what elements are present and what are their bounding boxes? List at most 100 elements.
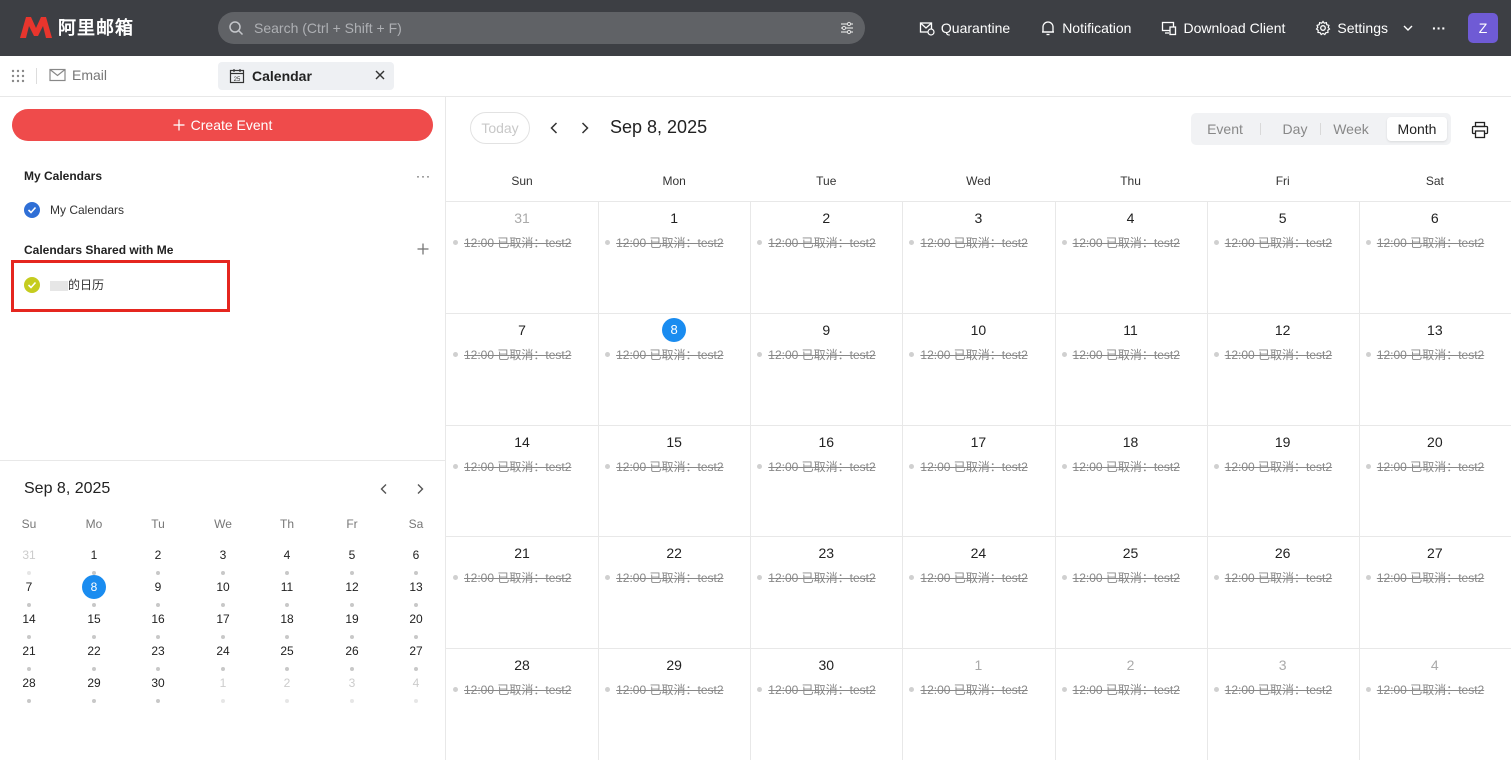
mini-day-cell[interactable]: 19 — [332, 607, 372, 631]
calendar-event[interactable]: 12:00 已取消：test2 — [909, 234, 1028, 251]
mini-day-cell[interactable]: 30 — [138, 671, 178, 695]
day-cell-number[interactable]: 30 — [750, 657, 902, 673]
calendar-event[interactable]: 12:00 已取消：test2 — [1213, 346, 1332, 363]
mini-day-cell[interactable]: 21 — [9, 639, 49, 663]
view-month-tab[interactable]: Month — [1387, 117, 1447, 141]
download-client-button[interactable]: Download Client — [1161, 20, 1285, 36]
calendar-event[interactable]: 12:00 已取消：test2 — [757, 234, 876, 251]
mini-day-cell[interactable]: 11 — [267, 575, 307, 599]
calendar-event[interactable]: 12:00 已取消：test2 — [909, 458, 1028, 475]
day-cell-number[interactable]: 4 — [1359, 657, 1511, 673]
calendar-event[interactable]: 12:00 已取消：test2 — [1365, 569, 1484, 586]
mini-day-cell[interactable]: 7 — [9, 575, 49, 599]
view-week-tab[interactable]: Week — [1321, 117, 1381, 141]
mini-day-cell[interactable]: 13 — [396, 575, 436, 599]
calendar-event[interactable]: 12:00 已取消：test2 — [1365, 681, 1484, 698]
day-cell-number[interactable]: 8 — [598, 318, 750, 342]
calendar-event[interactable]: 12:00 已取消：test2 — [605, 234, 724, 251]
day-cell-number[interactable]: 1 — [902, 657, 1054, 673]
calendar-event[interactable]: 12:00 已取消：test2 — [453, 346, 571, 363]
calendar-event[interactable]: 12:00 已取消：test2 — [1213, 569, 1332, 586]
day-cell-number[interactable]: 20 — [1359, 434, 1511, 450]
quarantine-button[interactable]: Quarantine — [919, 20, 1010, 36]
mini-day-cell[interactable]: 5 — [332, 543, 372, 567]
mini-day-cell[interactable]: 3 — [332, 671, 372, 695]
chevron-left-icon[interactable] — [547, 121, 561, 135]
calendar-event[interactable]: 12:00 已取消：test2 — [453, 234, 571, 251]
mini-day-cell[interactable]: 27 — [396, 639, 436, 663]
calendar-event[interactable]: 12:00 已取消：test2 — [1061, 234, 1180, 251]
day-cell-number[interactable]: 23 — [750, 545, 902, 561]
calendar-event[interactable]: 12:00 已取消：test2 — [605, 346, 724, 363]
mini-day-cell[interactable]: 28 — [9, 671, 49, 695]
view-event-tab[interactable]: Event — [1195, 117, 1255, 141]
mini-day-cell[interactable]: 4 — [396, 671, 436, 695]
calendar-event[interactable]: 12:00 已取消：test2 — [1213, 681, 1332, 698]
day-cell-number[interactable]: 26 — [1207, 545, 1359, 561]
day-cell-number[interactable]: 31 — [446, 210, 598, 226]
avatar[interactable]: Z — [1468, 13, 1498, 43]
day-cell-number[interactable]: 2 — [1055, 657, 1207, 673]
day-cell-number[interactable]: 22 — [598, 545, 750, 561]
mini-day-cell[interactable]: 18 — [267, 607, 307, 631]
day-cell-number[interactable]: 24 — [902, 545, 1054, 561]
today-button[interactable]: Today — [470, 112, 530, 144]
more-menu-button[interactable]: ··· — [1432, 20, 1446, 36]
calendar-event[interactable]: 12:00 已取消：test2 — [757, 681, 876, 698]
mini-day-cell[interactable]: 9 — [138, 575, 178, 599]
chevron-down-icon[interactable] — [1402, 22, 1414, 34]
mini-day-cell[interactable]: 24 — [203, 639, 243, 663]
day-cell-number[interactable]: 19 — [1207, 434, 1359, 450]
create-event-button[interactable]: Create Event — [12, 109, 433, 141]
day-cell-number[interactable]: 3 — [902, 210, 1054, 226]
day-cell-number[interactable]: 6 — [1359, 210, 1511, 226]
my-calendars-more-button[interactable]: ··· — [416, 169, 431, 183]
calendar-event[interactable]: 12:00 已取消：test2 — [909, 681, 1028, 698]
day-cell-number[interactable]: 11 — [1055, 322, 1207, 338]
day-cell-number[interactable]: 9 — [750, 322, 902, 338]
calendar-event[interactable]: 12:00 已取消：test2 — [1061, 346, 1180, 363]
mini-day-cell[interactable]: 2 — [267, 671, 307, 695]
add-shared-calendar-icon[interactable] — [416, 242, 430, 256]
calendar-event[interactable]: 12:00 已取消：test2 — [1061, 569, 1180, 586]
mini-day-cell[interactable]: 20 — [396, 607, 436, 631]
mini-prev-month-icon[interactable] — [378, 483, 390, 495]
mini-day-cell[interactable]: 3 — [203, 543, 243, 567]
checkbox-checked-icon[interactable] — [24, 276, 40, 293]
calendar-event[interactable]: 12:00 已取消：test2 — [757, 569, 876, 586]
calendar-event[interactable]: 12:00 已取消：test2 — [453, 681, 571, 698]
day-cell-number[interactable]: 17 — [902, 434, 1054, 450]
calendar-event[interactable]: 12:00 已取消：test2 — [1213, 458, 1332, 475]
day-cell-number[interactable]: 14 — [446, 434, 598, 450]
calendar-event[interactable]: 12:00 已取消：test2 — [453, 569, 571, 586]
calendar-event[interactable]: 12:00 已取消：test2 — [909, 346, 1028, 363]
mini-day-cell[interactable]: 23 — [138, 639, 178, 663]
search-bar[interactable]: Search (Ctrl + Shift + F) — [218, 12, 865, 44]
mini-day-cell[interactable]: 1 — [74, 543, 114, 567]
day-cell-number[interactable]: 21 — [446, 545, 598, 561]
calendar-event[interactable]: 12:00 已取消：test2 — [453, 458, 571, 475]
calendar-item-my-calendars[interactable]: My Calendars — [24, 202, 124, 218]
view-day-tab[interactable]: Day — [1265, 117, 1325, 141]
calendar-item-shared[interactable]: 的日历 — [24, 276, 104, 293]
day-cell-number[interactable]: 2 — [750, 210, 902, 226]
tab-email[interactable]: Email — [49, 67, 107, 83]
close-icon[interactable] — [374, 69, 386, 81]
mini-day-cell[interactable]: 22 — [74, 639, 114, 663]
mini-next-month-icon[interactable] — [414, 483, 426, 495]
mini-day-cell[interactable]: 29 — [74, 671, 114, 695]
mini-day-cell[interactable]: 4 — [267, 543, 307, 567]
printer-icon[interactable] — [1471, 121, 1489, 139]
day-cell-number[interactable]: 27 — [1359, 545, 1511, 561]
day-cell-number[interactable]: 16 — [750, 434, 902, 450]
day-cell-number[interactable]: 18 — [1055, 434, 1207, 450]
calendar-event[interactable]: 12:00 已取消：test2 — [1213, 234, 1332, 251]
mini-day-cell[interactable]: 1 — [203, 671, 243, 695]
mini-day-cell[interactable]: 31 — [9, 543, 49, 567]
notification-button[interactable]: Notification — [1040, 20, 1131, 36]
mini-day-cell[interactable]: 17 — [203, 607, 243, 631]
app-grid-icon[interactable] — [11, 69, 25, 83]
mini-day-cell[interactable]: 15 — [74, 607, 114, 631]
search-input[interactable]: Search (Ctrl + Shift + F) — [254, 20, 402, 36]
filter-icon[interactable] — [839, 20, 855, 36]
